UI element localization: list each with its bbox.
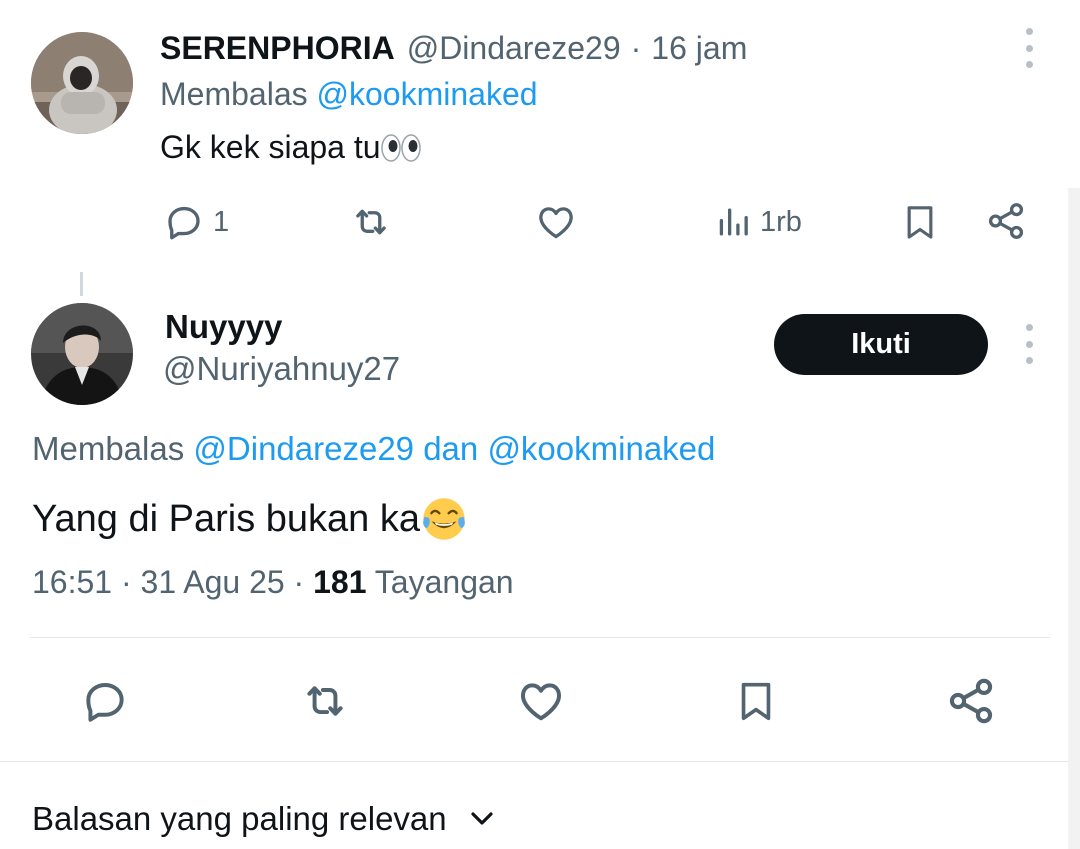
parent-views-button[interactable]: 1rb	[716, 203, 802, 241]
bookmark-icon	[907, 206, 933, 239]
retweet-icon	[356, 209, 386, 235]
heart-icon	[539, 207, 573, 239]
parent-tweet-text-content: Gk kek siapa tu	[160, 129, 381, 165]
share-icon	[988, 203, 1024, 239]
parent-retweet-button[interactable]	[349, 201, 393, 243]
main-like-button[interactable]	[515, 676, 567, 726]
main-bookmark-button[interactable]	[733, 674, 779, 728]
scrollbar-track[interactable]	[1068, 188, 1080, 849]
main-handle[interactable]: @Nuriyahnuy27	[163, 350, 400, 388]
chevron-down-icon	[471, 812, 493, 825]
section-divider	[0, 761, 1068, 762]
views-count: 181	[313, 564, 367, 600]
parent-share-button[interactable]	[985, 200, 1027, 242]
parent-timestamp[interactable]: 16 jam	[651, 30, 747, 67]
tweet-detail-page: SERENPHORIA @Dindareze29 · 16 jam Membal…	[0, 0, 1080, 849]
parent-display-name[interactable]: SERENPHORIA	[160, 30, 395, 67]
parent-like-button[interactable]	[535, 201, 577, 243]
replying-to-mention-2[interactable]: @kookminaked	[487, 430, 715, 467]
parent-bookmark-button[interactable]	[900, 200, 940, 244]
views-label: Tayangan	[374, 564, 514, 600]
parent-replying-to: Membalas @kookminaked	[160, 76, 538, 113]
main-tweet-text-content: Yang di Paris bukan ka	[32, 497, 420, 540]
parent-tweet-text: Gk kek siapa tu	[160, 129, 421, 166]
separator-dot: ·	[120, 564, 132, 600]
follow-button[interactable]: Ikuti	[774, 314, 988, 375]
separator-dot: ·	[630, 29, 642, 66]
parent-header: SERENPHORIA @Dindareze29 · 16 jam	[160, 26, 747, 70]
views-chart-icon	[719, 208, 748, 236]
divider	[30, 637, 1050, 638]
parent-view-count: 1rb	[760, 205, 802, 238]
main-more-options-button[interactable]	[1024, 324, 1034, 364]
replies-sort-selector[interactable]: Balasan yang paling relevan	[32, 800, 495, 838]
thread-connector-line	[80, 272, 83, 296]
parent-avatar[interactable]	[31, 32, 133, 134]
main-reply-button[interactable]	[80, 676, 130, 726]
eyes-emoji-icon	[380, 133, 421, 162]
heart-icon	[521, 683, 561, 721]
replying-label: Membalas	[32, 430, 185, 467]
main-tweet-text: Yang di Paris bukan ka	[32, 496, 468, 542]
retweet-icon	[307, 686, 343, 716]
replying-label: Membalas	[160, 76, 308, 112]
replying-to-mention[interactable]: @kookminaked	[317, 76, 538, 112]
parent-reply-button[interactable]: 1	[163, 201, 229, 243]
replying-to-mention-1[interactable]: @Dindareze29	[193, 430, 414, 467]
bookmark-icon	[741, 682, 771, 721]
more-icon	[1025, 324, 1033, 331]
tweet-meta-line: 16:51 · 31 Agu 25 · 181 Tayangan	[32, 564, 514, 601]
tweet-date[interactable]: 31 Agu 25	[141, 564, 285, 600]
replies-sort-label: Balasan yang paling relevan	[32, 800, 447, 837]
main-share-button[interactable]	[945, 675, 997, 727]
share-icon	[949, 678, 993, 724]
reply-icon	[168, 206, 200, 240]
more-icon	[1025, 28, 1033, 35]
main-display-name[interactable]: Nuyyyy	[165, 308, 282, 346]
reply-icon	[86, 682, 124, 722]
main-avatar[interactable]	[31, 303, 133, 405]
main-retweet-button[interactable]	[298, 676, 352, 726]
tweet-time[interactable]: 16:51	[32, 564, 112, 600]
main-replying-to: Membalas @Dindareze29 dan @kookminaked	[32, 430, 715, 468]
parent-reply-count: 1	[213, 205, 230, 238]
parent-more-options-button[interactable]	[1024, 28, 1034, 68]
parent-handle[interactable]: @Dindareze29	[407, 30, 621, 67]
replying-conjunction: dan	[423, 430, 479, 467]
separator-dot: ·	[293, 564, 305, 600]
laughing-emoji-icon	[423, 498, 465, 540]
